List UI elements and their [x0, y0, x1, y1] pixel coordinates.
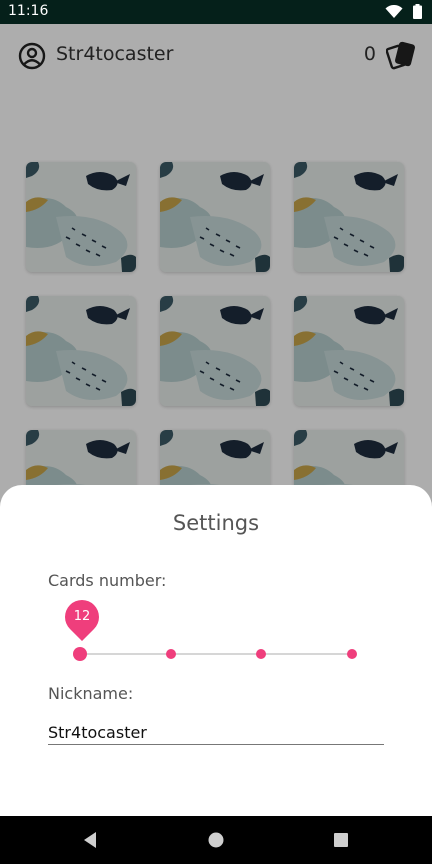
slider-track[interactable] [80, 653, 352, 655]
settings-sheet: Settings Cards number: 12 Nickname: [0, 485, 432, 816]
slider-value: 12 [73, 609, 91, 624]
slider-stop[interactable] [165, 649, 176, 659]
status-icons [385, 4, 422, 19]
back-icon[interactable] [80, 829, 102, 851]
nickname-label: Nickname: [48, 684, 134, 703]
slider-stop[interactable] [347, 649, 357, 659]
cards-number-slider[interactable]: 12 [48, 599, 384, 669]
slider-thumb[interactable] [73, 647, 87, 661]
recents-icon[interactable] [330, 829, 352, 851]
slider-stop[interactable] [256, 649, 267, 659]
status-bar: 11:16 [0, 0, 432, 24]
settings-title: Settings [172, 511, 260, 535]
wifi-icon [385, 4, 403, 18]
cards-number-label: Cards number: [48, 571, 167, 590]
home-icon[interactable] [205, 829, 227, 851]
nickname-input[interactable] [48, 720, 384, 745]
battery-icon [413, 4, 422, 19]
status-time: 11:16 [8, 3, 49, 19]
nav-bar [0, 816, 432, 864]
